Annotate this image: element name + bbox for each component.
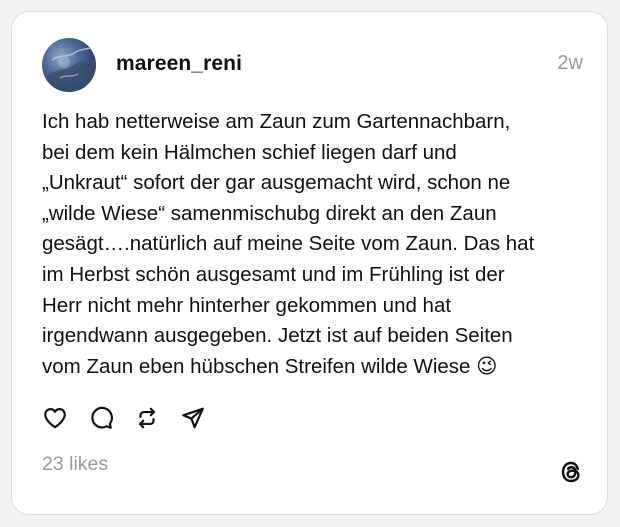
- post-timestamp: 2w: [557, 52, 583, 74]
- avatar[interactable]: [42, 38, 96, 92]
- repost-icon: [138, 407, 156, 429]
- likes-count[interactable]: 23 likes: [42, 453, 108, 476]
- avatar-image: [42, 46, 96, 92]
- share-button[interactable]: [180, 405, 206, 431]
- post-body-text: Ich hab netterweise am Zaun zum Gartenna…: [42, 110, 535, 378]
- post-card: mareen_reni 2w Ich hab netterweise am Za…: [11, 11, 608, 515]
- comment-bubble-icon: [91, 406, 113, 429]
- heart-icon: [44, 408, 66, 429]
- comment-button[interactable]: [88, 405, 114, 431]
- like-button[interactable]: [42, 405, 68, 431]
- threads-logo-icon[interactable]: [557, 458, 585, 486]
- send-icon: [182, 407, 204, 429]
- post-actions: [42, 405, 206, 431]
- repost-button[interactable]: [134, 405, 160, 431]
- username[interactable]: mareen_reni: [116, 52, 242, 76]
